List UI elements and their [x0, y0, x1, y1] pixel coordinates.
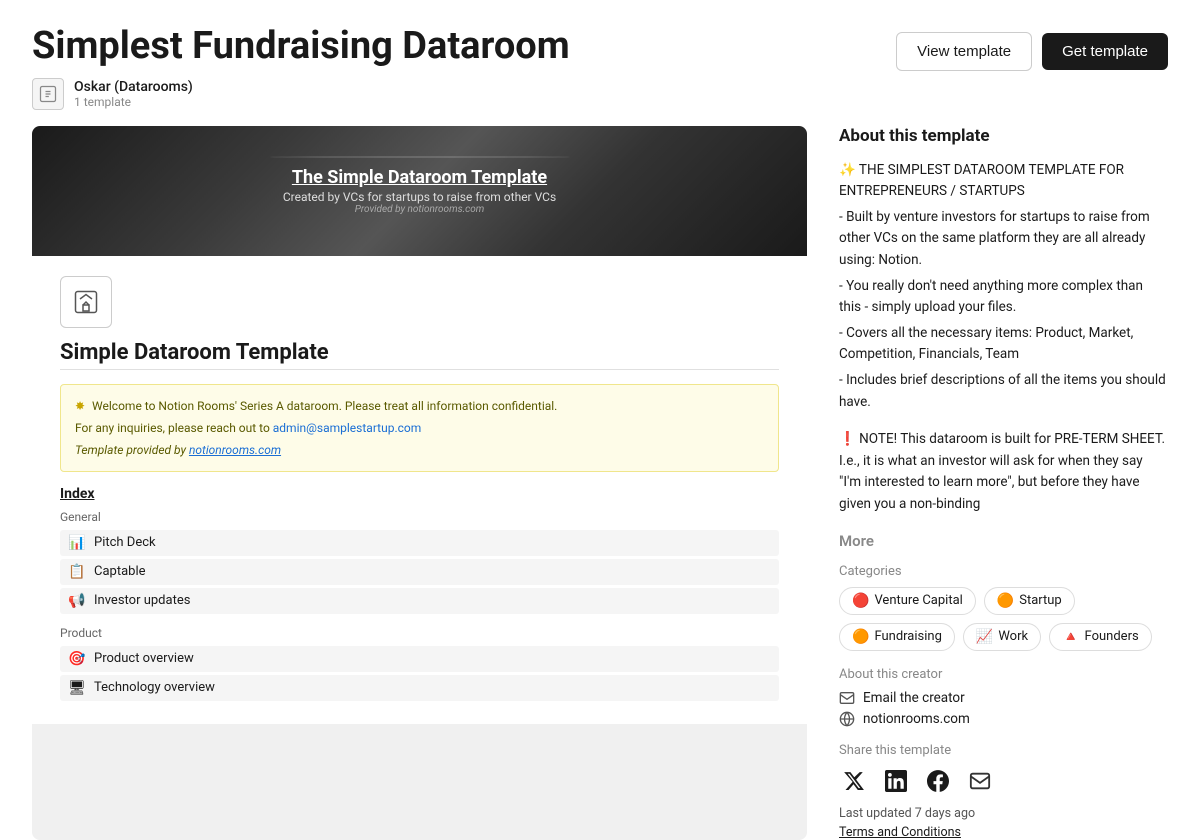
list-item: 📋Captable: [60, 559, 779, 585]
preview-banner: The Simple Dataroom Template Created by …: [32, 126, 807, 256]
description-line: - Includes brief descriptions of all the…: [839, 370, 1168, 413]
view-template-button[interactable]: View template: [896, 32, 1032, 71]
category-tag[interactable]: 🟠 Startup: [984, 587, 1075, 615]
note-text: ❗ NOTE! This dataroom is built for PRE-T…: [839, 429, 1168, 515]
list-item-icon: 📋: [68, 564, 86, 580]
notion-icon: [60, 276, 112, 328]
product-list: 🎯Product overview 🖥Technology overview: [60, 646, 779, 701]
product-subheading: Product: [60, 626, 779, 640]
share-icons-row: [839, 766, 1168, 796]
info-panel: About this template ✨ THE SIMPLEST DATAR…: [839, 126, 1168, 840]
list-item: 🖥Technology overview: [60, 675, 779, 701]
categories-row: 🔴 Venture Capital 🟠 Startup 🟠 Fundraising 📈 Wor…: [839, 587, 1168, 651]
email-creator-label: Email the creator: [863, 690, 965, 706]
tag-label: Fundraising: [874, 629, 941, 644]
about-description: ✨ THE SIMPLEST DATAROOM TEMPLATE FOR ENT…: [839, 160, 1168, 414]
creator-name: Oskar (Datarooms): [74, 79, 193, 95]
list-item-icon: 📊: [68, 535, 86, 551]
share-email-button[interactable]: [965, 766, 995, 796]
category-tag[interactable]: 📈 Work: [963, 623, 1041, 651]
terms-link[interactable]: Terms and Conditions: [839, 825, 1168, 840]
tag-emoji: 📈: [976, 629, 993, 645]
email-icon: [839, 690, 855, 706]
doc-main-title: Simple Dataroom Template: [60, 340, 779, 365]
banner-title: The Simple Dataroom Template: [292, 167, 547, 188]
categories-label: Categories: [839, 564, 1168, 579]
category-tag[interactable]: 🟠 Fundraising: [839, 623, 955, 651]
list-item: 📢Investor updates: [60, 588, 779, 614]
tag-label: Work: [998, 629, 1028, 644]
page-title: Simplest Fundraising Dataroom: [32, 24, 896, 70]
more-label: More: [839, 532, 1168, 550]
category-tag[interactable]: 🔺 Founders: [1049, 623, 1152, 651]
category-tag[interactable]: 🔴 Venture Capital: [839, 587, 976, 615]
about-creator-label: About this creator: [839, 667, 1168, 682]
doc-divider: [60, 369, 779, 370]
list-item: 🎯Product overview: [60, 646, 779, 672]
about-title: About this template: [839, 126, 1168, 146]
list-item-icon: 🎯: [68, 651, 86, 667]
tag-label: Founders: [1085, 629, 1139, 644]
list-item-icon: 🖥: [68, 680, 86, 696]
last-updated-text: Last updated 7 days ago: [839, 806, 1168, 821]
share-linkedin-button[interactable]: [881, 766, 911, 796]
tag-emoji: 🔴: [852, 593, 869, 609]
share-label: Share this template: [839, 743, 1168, 758]
index-heading: Index: [60, 486, 779, 502]
template-preview: The Simple Dataroom Template Created by …: [32, 126, 807, 840]
website-row[interactable]: notionrooms.com: [839, 711, 1168, 727]
email-creator-row[interactable]: Email the creator: [839, 690, 1168, 706]
description-line: ✨ THE SIMPLEST DATAROOM TEMPLATE FOR ENT…: [839, 160, 1168, 203]
general-subheading: General: [60, 510, 779, 524]
banner-subtitle: Created by VCs for startups to raise fro…: [283, 190, 556, 204]
general-list: 📊Pitch Deck 📋Captable 📢Investor updates: [60, 530, 779, 614]
creator-template-count: 1 template: [74, 95, 193, 109]
notionrooms-link[interactable]: notionrooms.com: [189, 443, 281, 457]
tag-label: Startup: [1019, 593, 1062, 608]
description-line: - You really don't need anything more co…: [839, 276, 1168, 319]
description-line: - Built by venture investors for startup…: [839, 207, 1168, 272]
globe-icon: [839, 711, 855, 727]
creator-avatar: [32, 78, 64, 110]
tag-emoji: 🔺: [1062, 629, 1079, 645]
website-label: notionrooms.com: [863, 711, 970, 727]
description-line: - Covers all the necessary items: Produc…: [839, 323, 1168, 366]
tag-emoji: 🟠: [997, 593, 1014, 609]
tag-emoji: 🟠: [852, 629, 869, 645]
notice-email-link[interactable]: admin@samplestartup.com: [273, 421, 422, 435]
notice-box: ✸ Welcome to Notion Rooms' Series A data…: [60, 384, 779, 472]
share-twitter-button[interactable]: [839, 766, 869, 796]
list-item-icon: 📢: [68, 593, 86, 609]
get-template-button[interactable]: Get template: [1042, 33, 1168, 70]
list-item: 📊Pitch Deck: [60, 530, 779, 556]
share-facebook-button[interactable]: [923, 766, 953, 796]
tag-label: Venture Capital: [874, 593, 962, 608]
banner-provided: Provided by notionrooms.com: [355, 204, 485, 215]
